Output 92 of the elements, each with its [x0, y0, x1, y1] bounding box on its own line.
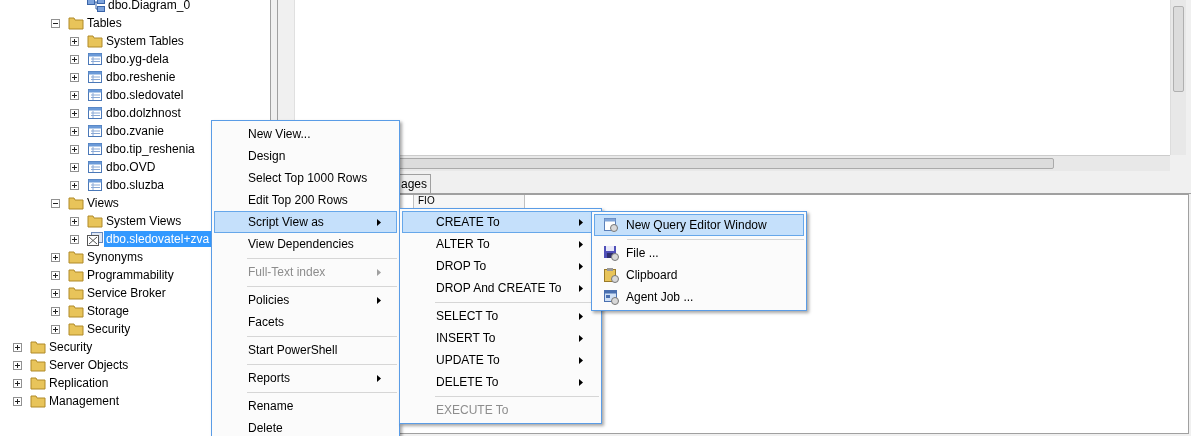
- folder-icon: [30, 358, 46, 372]
- table-icon: [87, 160, 103, 174]
- tree-item[interactable]: Security: [85, 321, 133, 337]
- menu-item[interactable]: Design: [214, 145, 397, 167]
- tree-item[interactable]: Tables: [85, 15, 124, 31]
- table-icon: [87, 88, 103, 102]
- tree-item[interactable]: dbo.Diagram_0: [106, 0, 193, 13]
- expand-icon[interactable]: [50, 270, 60, 280]
- expand-icon[interactable]: [69, 234, 79, 244]
- folder-icon: [68, 286, 84, 300]
- folder-icon: [68, 322, 84, 336]
- results-tab[interactable]: ages: [398, 174, 432, 193]
- folder-icon: [30, 394, 46, 408]
- table-icon: [87, 106, 103, 120]
- menu-item[interactable]: Facets: [214, 311, 397, 333]
- folder-icon: [68, 268, 84, 282]
- expand-icon[interactable]: [69, 72, 79, 82]
- tree-item[interactable]: dbo.dolzhnost: [104, 105, 183, 121]
- menu-item[interactable]: Delete: [214, 417, 397, 436]
- expand-icon[interactable]: [69, 162, 79, 172]
- menu-item[interactable]: New View...: [214, 123, 397, 145]
- tree-item[interactable]: Replication: [47, 375, 111, 391]
- expand-icon[interactable]: [69, 36, 79, 46]
- menu-item[interactable]: Clipboard: [594, 264, 804, 286]
- diagram-icon: [87, 0, 105, 12]
- menu-item[interactable]: INSERT To: [402, 327, 599, 349]
- expand-icon[interactable]: [69, 90, 79, 100]
- clipboard-icon: [602, 267, 619, 283]
- tree-item[interactable]: dbo.yg-dela: [104, 51, 171, 67]
- expand-icon[interactable]: [12, 396, 22, 406]
- folder-icon: [30, 340, 46, 354]
- folder-icon: [68, 304, 84, 318]
- tree-item[interactable]: Server Objects: [47, 357, 131, 373]
- column-header[interactable]: FIO: [413, 195, 525, 208]
- menu-item[interactable]: Start PowerShell: [214, 339, 397, 361]
- table-icon: [87, 70, 103, 84]
- menu-item[interactable]: SELECT To: [402, 305, 599, 327]
- menu-item[interactable]: New Query Editor Window: [594, 214, 804, 236]
- menu-item[interactable]: Edit Top 200 Rows: [214, 189, 397, 211]
- folder-icon: [87, 34, 103, 48]
- table-icon: [87, 124, 103, 138]
- tree-item[interactable]: Programmability: [85, 267, 176, 283]
- collapse-icon[interactable]: [50, 198, 60, 208]
- vertical-scrollbar[interactable]: [1170, 0, 1186, 155]
- tree-item[interactable]: Storage: [85, 303, 132, 319]
- expand-icon[interactable]: [50, 252, 60, 262]
- tree-item[interactable]: dbo.OVD: [104, 159, 158, 175]
- tree-item[interactable]: dbo.tip_reshenia: [104, 141, 197, 157]
- folder-icon: [68, 16, 84, 30]
- folder-icon: [68, 196, 84, 210]
- expand-icon[interactable]: [69, 216, 79, 226]
- menu-item[interactable]: Script View as: [214, 211, 397, 233]
- expand-icon[interactable]: [50, 324, 60, 334]
- expand-icon[interactable]: [69, 108, 79, 118]
- query-window-icon: [602, 217, 619, 233]
- menu-item[interactable]: Policies: [214, 289, 397, 311]
- table-icon: [87, 178, 103, 192]
- menu-item[interactable]: UPDATE To: [402, 349, 599, 371]
- expand-icon[interactable]: [50, 306, 60, 316]
- tree-item[interactable]: Management: [47, 393, 122, 409]
- table-icon: [87, 142, 103, 156]
- expand-icon[interactable]: [69, 144, 79, 154]
- expand-icon[interactable]: [69, 54, 79, 64]
- folder-icon: [87, 214, 103, 228]
- tree-item[interactable]: Views: [85, 195, 121, 211]
- tree-item[interactable]: dbo.reshenie: [104, 69, 178, 85]
- menu-item[interactable]: Select Top 1000 Rows: [214, 167, 397, 189]
- expand-icon[interactable]: [69, 180, 79, 190]
- view-icon: [87, 232, 103, 246]
- tree-item[interactable]: Security: [47, 339, 95, 355]
- expand-icon[interactable]: [12, 360, 22, 370]
- folder-icon: [30, 376, 46, 390]
- tree-item[interactable]: Service Broker: [85, 285, 168, 301]
- expand-icon[interactable]: [69, 126, 79, 136]
- agent-job-icon: [602, 289, 619, 305]
- tree-item[interactable]: dbo.sluzba: [104, 177, 167, 193]
- tree-item[interactable]: System Tables: [104, 33, 186, 49]
- tree-item[interactable]: dbo.zvanie: [104, 123, 167, 139]
- expand-icon[interactable]: [12, 342, 22, 352]
- menu-item[interactable]: Reports: [214, 367, 397, 389]
- tree-item[interactable]: System Views: [104, 213, 184, 229]
- menu-item[interactable]: File ...: [594, 242, 804, 264]
- tree-item[interactable]: Synonyms: [85, 249, 146, 265]
- folder-icon: [68, 250, 84, 264]
- expand-icon[interactable]: [50, 288, 60, 298]
- menu-item[interactable]: DELETE To: [402, 371, 599, 393]
- menu-item[interactable]: Agent Job ...: [594, 286, 804, 308]
- tree-item[interactable]: dbo.sledovatel: [104, 87, 186, 103]
- expand-icon[interactable]: [12, 378, 22, 388]
- menu-item[interactable]: Rename: [214, 395, 397, 417]
- table-icon: [87, 52, 103, 66]
- collapse-icon[interactable]: [50, 18, 60, 28]
